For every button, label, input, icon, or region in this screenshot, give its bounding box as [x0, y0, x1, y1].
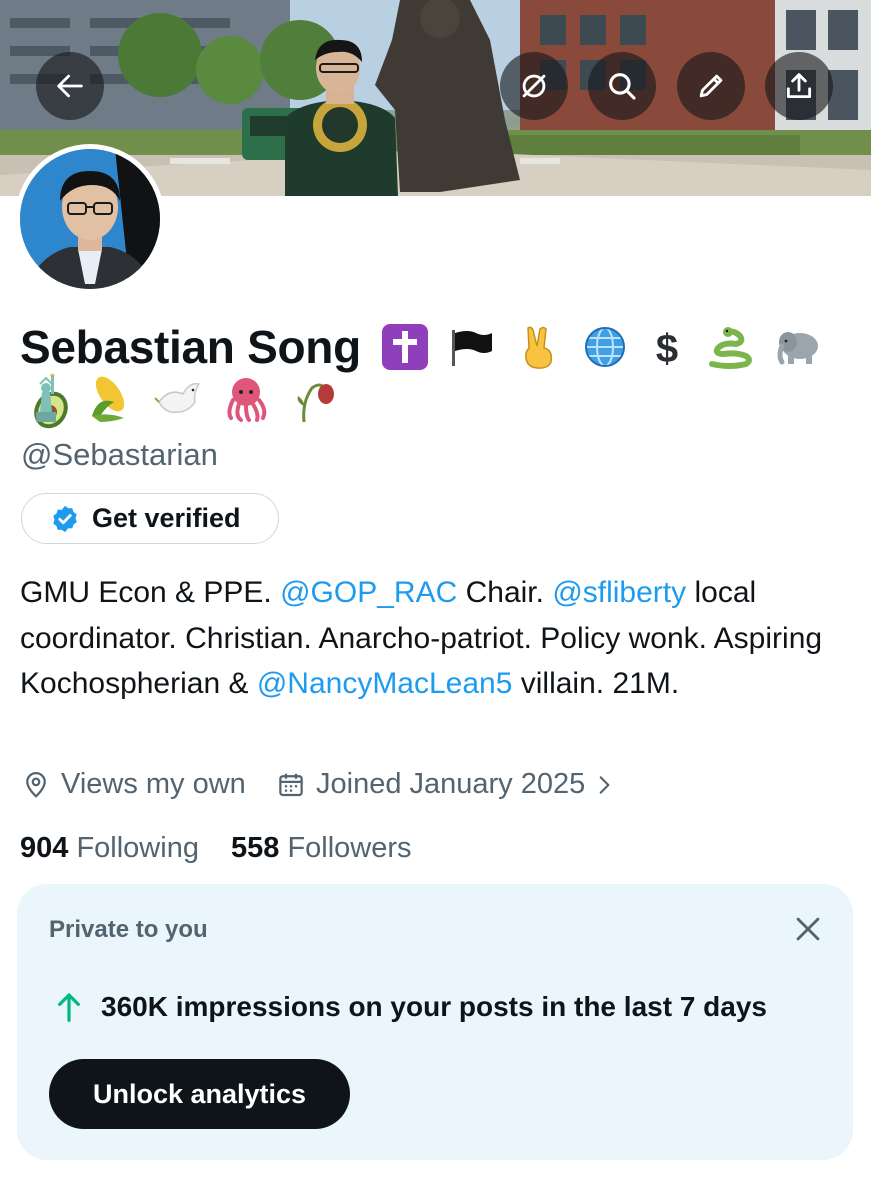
- location-item: Views my own: [21, 768, 246, 801]
- mention-link[interactable]: @NancyMacLean5: [257, 667, 513, 700]
- edit-profile-button[interactable]: [677, 52, 745, 120]
- verified-badge-icon: [53, 505, 77, 532]
- statue-of-liberty-emoji: [26, 372, 66, 424]
- bio-text: Chair.: [457, 576, 553, 609]
- svg-text:$: $: [656, 327, 678, 370]
- latin-cross-emoji: [381, 323, 428, 370]
- user-handle: @Sebastarian: [21, 437, 218, 472]
- following-link[interactable]: 904 Following: [20, 832, 199, 865]
- mention-link[interactable]: @sfliberty: [552, 576, 686, 609]
- avatar-photo: [20, 149, 160, 289]
- back-button[interactable]: [36, 52, 104, 120]
- victory-hand-emoji: [515, 324, 561, 370]
- bio-text: villain. 21M.: [512, 667, 680, 700]
- following-count: 904: [20, 832, 69, 864]
- snake-emoji: [706, 324, 754, 370]
- dove-emoji: [153, 372, 203, 424]
- impressions-stat: 360K impressions on your posts in the la…: [55, 991, 767, 1023]
- location-pin-icon: [26, 771, 46, 798]
- arrow-up-icon: [58, 993, 80, 1022]
- dollar-sign-emoji: $: [649, 324, 685, 370]
- following-label: Following: [76, 832, 199, 864]
- ear-of-corn-emoji: [84, 372, 134, 424]
- impressions-text: 360K impressions on your posts in the la…: [101, 991, 767, 1022]
- location-text: Views my own: [61, 768, 246, 800]
- share-button[interactable]: [765, 52, 833, 120]
- mention-link[interactable]: @GOP_RAC: [280, 576, 457, 609]
- followers-count: 558: [231, 832, 280, 864]
- octopus-emoji: [221, 372, 271, 424]
- private-label: Private to you: [49, 916, 208, 943]
- joined-text: Joined January 2025: [316, 768, 586, 800]
- get-verified-label: Get verified: [92, 503, 241, 533]
- unlock-analytics-button[interactable]: Unlock analytics: [49, 1059, 350, 1129]
- joined-date-item[interactable]: Joined January 2025: [276, 768, 617, 801]
- grok-icon: [522, 74, 546, 98]
- profile-avatar[interactable]: [15, 144, 165, 294]
- calendar-icon: [279, 773, 303, 796]
- grok-button[interactable]: [500, 52, 568, 120]
- search-button[interactable]: [588, 52, 656, 120]
- display-name-emojis-row2: [26, 372, 352, 428]
- black-flag-emoji: [448, 324, 494, 370]
- share-icon: [786, 73, 812, 99]
- followers-link[interactable]: 558 Followers: [231, 832, 412, 865]
- close-icon[interactable]: [791, 912, 825, 946]
- bio-text: GMU Econ & PPE.: [20, 576, 281, 609]
- private-analytics-card: Private to you 360K impressions on your …: [17, 884, 853, 1160]
- display-name: Sebastian Song: [20, 320, 361, 373]
- chevron-right-icon: [599, 775, 610, 794]
- globe-with-meridians-emoji: [582, 324, 628, 370]
- profile-bio: GMU Econ & PPE. @GOP_RAC Chair. @sfliber…: [20, 570, 840, 707]
- edit-icon: [699, 74, 723, 98]
- arrow-left-icon: [57, 74, 83, 98]
- wilted-flower-emoji: [290, 372, 338, 424]
- followers-label: Followers: [287, 832, 412, 864]
- search-icon: [609, 73, 636, 100]
- get-verified-button[interactable]: Get verified: [21, 493, 279, 544]
- elephant-emoji: [774, 324, 824, 370]
